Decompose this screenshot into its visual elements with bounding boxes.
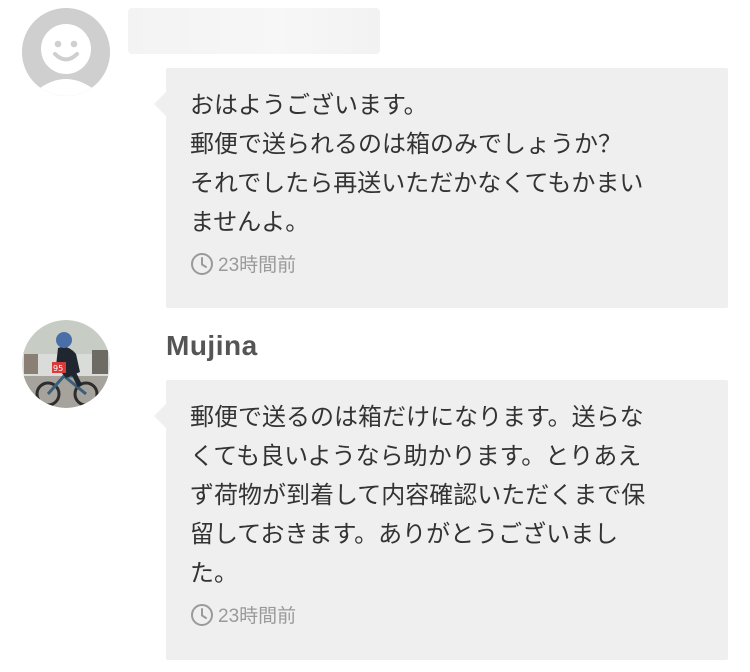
comment-time: 23時間前 bbox=[218, 255, 297, 276]
cyclist-photo-icon: 95 bbox=[22, 320, 110, 408]
comment-meta: 23時間前 bbox=[190, 250, 704, 277]
comment-meta: 23時間前 bbox=[190, 601, 704, 628]
comment-time: 23時間前 bbox=[218, 606, 297, 627]
comment-bubble: 郵便で送るのは箱だけになります。送らな くても良いようなら助かります。とりあえ … bbox=[154, 380, 728, 660]
comment-username[interactable]: Mujina bbox=[166, 330, 258, 362]
clock-icon bbox=[191, 252, 213, 275]
clock-icon bbox=[191, 603, 213, 626]
username-blurred bbox=[128, 8, 380, 54]
default-face-icon bbox=[22, 8, 110, 96]
comment-text: 郵便で送るのは箱だけになります。送らな くても良いようなら助かります。とりあえ … bbox=[190, 403, 646, 587]
avatar-bib-number: 95 bbox=[53, 364, 63, 373]
user-avatar[interactable] bbox=[22, 8, 110, 96]
comment-bubble: おはようございます。 郵便で送られるのは箱のみでしょうか？ それでしたら再送いた… bbox=[154, 68, 728, 308]
comment-text: おはようございます。 郵便で送られるのは箱のみでしょうか？ それでしたら再送いた… bbox=[190, 91, 644, 236]
user-avatar[interactable]: 95 bbox=[22, 320, 110, 408]
